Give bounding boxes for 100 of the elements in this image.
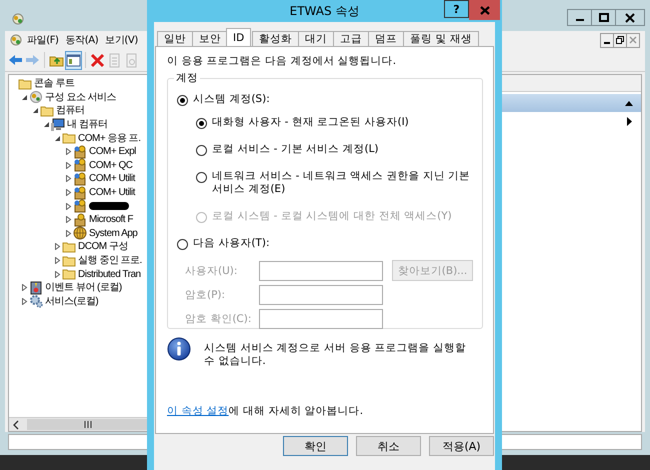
tree-item[interactable]: Distributed Tran xyxy=(78,268,141,281)
app-icon xyxy=(9,33,23,47)
minimize-button[interactable] xyxy=(600,32,614,48)
collapse-arrow-icon[interactable] xyxy=(54,134,60,142)
radio-button[interactable] xyxy=(196,172,207,183)
tab[interactable]: 일반 xyxy=(157,31,193,46)
tree-item[interactable]: 콘솔 루트 xyxy=(34,77,74,90)
dialog-button[interactable]: 취소 xyxy=(356,436,421,456)
tree-item[interactable]: 실행 중인 프로. xyxy=(78,254,142,268)
expand-arrow-icon[interactable] xyxy=(64,216,72,224)
submenu-arrow-icon[interactable] xyxy=(627,116,632,126)
gears-icon xyxy=(29,294,43,308)
folder-icon xyxy=(62,267,76,282)
option-label: 로컬 서비스 - 기본 서비스 계정(L) xyxy=(212,143,379,156)
redaction-mark xyxy=(89,202,129,210)
tab[interactable]: 풀링 및 재생 xyxy=(403,31,479,46)
horizontal-scrollbar[interactable] xyxy=(9,417,149,431)
tree-item[interactable]: DCOM 구성 xyxy=(78,240,128,254)
dialog-title: ETWAS 속성 xyxy=(288,2,360,20)
collapse-icon[interactable] xyxy=(625,100,633,106)
maximize-button[interactable] xyxy=(591,9,616,26)
tree-item[interactable]: 이벤트 뷰어 (로컬) xyxy=(45,281,122,294)
package-icon xyxy=(73,172,87,186)
intro-text: 이 응용 프로그램은 다음 계정에서 실행됩니다. xyxy=(167,54,398,68)
folder-icon xyxy=(62,254,76,268)
menu-item[interactable]: 동작(A) xyxy=(66,33,98,47)
menu-item[interactable]: 보기(V) xyxy=(105,33,138,47)
tree-item[interactable]: COM+ Expl xyxy=(89,145,136,158)
expand-arrow-icon[interactable] xyxy=(64,230,72,237)
tab[interactable]: 덤프 xyxy=(368,31,404,46)
package-icon xyxy=(73,158,87,172)
collapse-arrow-icon[interactable] xyxy=(20,94,28,101)
help-sentence: 이 속성 설정 에 대해 자세히 알아봅니다. xyxy=(167,404,364,418)
tree-item[interactable]: Microsoft F xyxy=(89,213,133,226)
folder-icon xyxy=(18,76,32,91)
radio-button[interactable] xyxy=(196,145,207,156)
expand-arrow-icon[interactable] xyxy=(20,284,28,292)
radio-button[interactable] xyxy=(177,239,188,250)
globe-icon xyxy=(73,226,87,240)
radio-button[interactable] xyxy=(177,95,188,106)
restore-icon[interactable] xyxy=(616,36,624,44)
tree-item[interactable]: COM+ Utilit xyxy=(89,186,135,200)
expand-arrow-icon[interactable] xyxy=(20,298,28,305)
field-label: 암호 확인(C): xyxy=(185,312,252,326)
tree-item[interactable]: COM+ QC xyxy=(89,158,132,172)
dialog-button[interactable]: 확인 xyxy=(283,436,348,456)
tree-item[interactable]: COM+ 응용 프. xyxy=(78,132,141,145)
log-book-icon xyxy=(29,280,43,295)
tree-item[interactable]: 내 컴퓨터 xyxy=(67,118,108,132)
package-icon xyxy=(73,212,87,227)
tab[interactable]: 고급 xyxy=(333,31,370,46)
expand-arrow-icon[interactable] xyxy=(64,175,72,182)
tree-item[interactable]: COM+ Utilit xyxy=(89,172,135,186)
package-icon xyxy=(73,199,87,214)
menu-item[interactable]: 파일(F) xyxy=(27,33,59,47)
option-label: 다음 사용자(T): xyxy=(193,237,270,250)
radio-button[interactable] xyxy=(196,118,207,129)
scroll-thumb[interactable] xyxy=(27,419,149,430)
collapse-arrow-icon[interactable] xyxy=(32,107,38,114)
minimize-button[interactable] xyxy=(567,9,592,26)
option-label: 시스템 계정(S): xyxy=(193,93,270,106)
folder-icon xyxy=(40,104,54,118)
option-label: 로컬 시스템 - 로컬 시스템에 대한 전체 액세스(Y) xyxy=(212,210,452,223)
field-label: 사용자(U): xyxy=(185,264,238,278)
close-icon[interactable] xyxy=(625,12,635,22)
dialog-button[interactable]: 적용(A) xyxy=(429,436,494,456)
tree-item[interactable]: 구성 요소 서비스 xyxy=(45,90,116,104)
tree-item[interactable]: System App xyxy=(89,226,138,240)
info-icon xyxy=(167,337,191,361)
tree-item[interactable]: 서비스(로컬) xyxy=(45,294,98,308)
restore-button[interactable] xyxy=(613,32,627,48)
expand-arrow-icon[interactable] xyxy=(54,270,60,278)
folder-icon xyxy=(62,131,76,146)
field-label: 암호(P): xyxy=(185,288,226,302)
help-link[interactable]: 이 속성 설정 xyxy=(167,405,229,417)
tab[interactable]: 보안 xyxy=(192,31,228,46)
tab[interactable]: 대기 xyxy=(298,31,334,46)
close-button[interactable] xyxy=(615,9,645,26)
option-label: 대화형 사용자 - 현재 로그온된 사용자(I) xyxy=(212,116,409,129)
package-icon xyxy=(73,186,87,200)
app-icon xyxy=(11,12,25,26)
gear-icon xyxy=(29,90,43,104)
expand-arrow-icon[interactable] xyxy=(64,202,72,210)
expand-arrow-icon[interactable] xyxy=(54,243,60,250)
expand-arrow-icon[interactable] xyxy=(64,189,72,196)
tree-item[interactable]: 컴퓨터 xyxy=(56,104,84,118)
group-label: 계정 xyxy=(175,71,199,85)
package-icon xyxy=(73,144,87,159)
expand-arrow-icon[interactable] xyxy=(54,257,60,264)
expand-arrow-icon[interactable] xyxy=(64,162,72,169)
computer-icon xyxy=(51,118,65,132)
option-label: 네트워크 서비스 - 네트워크 액세스 권한을 지닌 기본 서비스 계정(E) xyxy=(212,170,472,196)
tab[interactable]: 활성화 xyxy=(252,31,300,46)
maximize-icon[interactable] xyxy=(598,12,608,22)
tab[interactable]: ID xyxy=(226,28,252,46)
expand-arrow-icon[interactable] xyxy=(64,148,72,156)
folder-icon xyxy=(62,240,76,254)
collapse-arrow-icon[interactable] xyxy=(42,121,50,128)
info-message: 시스템 서비스 계정으로 서버 응용 프로그램을 실행할 수 없습니다. xyxy=(204,342,468,368)
help-button[interactable]: ? xyxy=(444,0,469,18)
